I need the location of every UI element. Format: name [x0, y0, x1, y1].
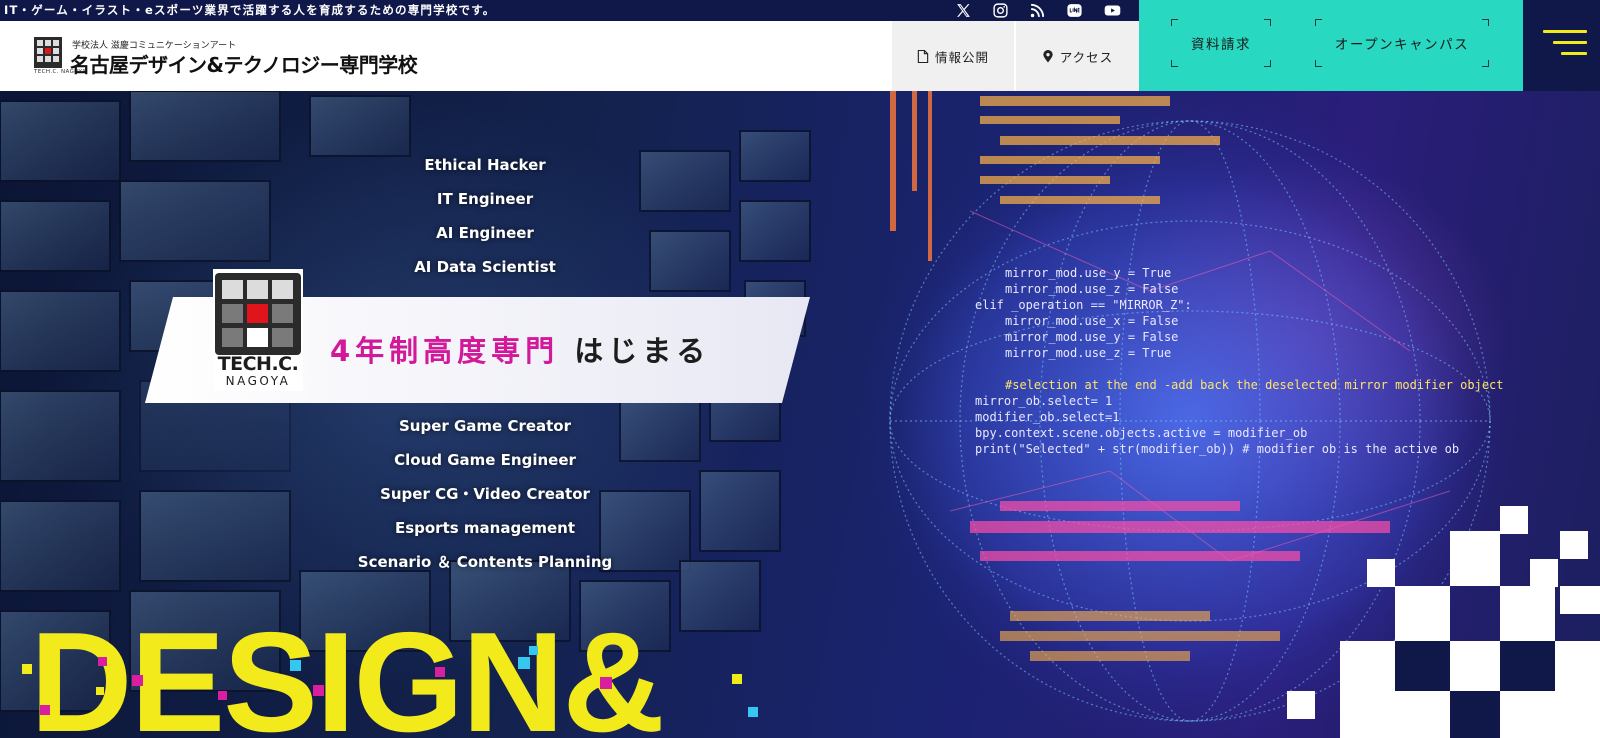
- code-line: mirror_mod.use_x = False: [1005, 314, 1178, 328]
- menu-line: [1561, 52, 1587, 55]
- cta-area: 資料請求 オープンキャンパス: [1139, 0, 1523, 91]
- school-logo[interactable]: TECH.C. NAGOYA 学校法人 滋慶コミュニケーションアート 名古屋デザ…: [30, 35, 430, 83]
- role-list-top: Ethical Hacker IT Engineer AI Engineer A…: [300, 148, 670, 284]
- code-line: #selection at the end -add back the dese…: [1005, 378, 1504, 392]
- info-disclosure-label: 情報公開: [934, 49, 989, 65]
- tech-c-nagoya-logo: TECH.C. NAGOYA: [213, 269, 303, 391]
- map-pin-icon: [1043, 49, 1053, 63]
- menu-line: [1553, 41, 1587, 44]
- code-line: mirror_mod.use_z = True: [1005, 346, 1171, 360]
- banner-headline: 4年制高度専門 はじまる: [330, 328, 710, 370]
- top-strip: IT・ゲーム・イラスト・eスポーツ業界で活躍する人を育成するための専門学校です。: [0, 0, 1139, 21]
- hamburger-menu-button[interactable]: [1523, 0, 1600, 91]
- code-line: mirror_mod.use_y = False: [1005, 330, 1178, 344]
- youtube-icon[interactable]: [1100, 0, 1124, 21]
- role-item: Super Game Creator: [398, 417, 572, 435]
- role-item: AI Data Scientist: [414, 258, 556, 276]
- hero-section: mirror_mod.use_y = True mirror_mod.use_z…: [0, 91, 1600, 738]
- instagram-icon[interactable]: [988, 0, 1012, 21]
- banner-highlight: 4年制高度専門: [330, 334, 560, 368]
- rss-icon[interactable]: [1025, 0, 1049, 21]
- code-line: modifier_ob.select=1: [975, 410, 1120, 424]
- role-item: Ethical Hacker: [424, 156, 546, 174]
- role-item: AI Engineer: [436, 224, 534, 242]
- role-list-bottom: Super Game Creator Cloud Game Engineer S…: [300, 409, 670, 579]
- open-campus-label: オープンキャンパス: [1334, 37, 1470, 53]
- code-line: print("Selected" + str(modifier_ob)) # m…: [975, 442, 1459, 456]
- open-campus-button[interactable]: オープンキャンパス: [1315, 19, 1489, 67]
- role-item: Super CG・Video Creator: [380, 485, 590, 503]
- banner-rest: はじまる: [574, 334, 711, 368]
- code-line: bpy.context.scene.objects.active = modif…: [975, 426, 1307, 440]
- access-label: アクセス: [1059, 49, 1114, 65]
- four-year-course-banner[interactable]: TECH.C. NAGOYA 4年制高度専門 はじまる: [145, 269, 810, 403]
- banner-logo-subtitle: NAGOYA: [225, 374, 291, 388]
- x-icon[interactable]: [951, 0, 975, 21]
- site-header: TECH.C. NAGOYA 学校法人 滋慶コミュニケーションアート 名古屋デザ…: [0, 21, 1139, 91]
- access-button[interactable]: アクセス: [1016, 21, 1139, 91]
- hero-headline: DESIGN&: [30, 603, 665, 738]
- request-materials-button[interactable]: 資料請求: [1171, 19, 1271, 67]
- info-disclosure-button[interactable]: 情報公開: [892, 21, 1014, 91]
- code-line: mirror_mod.use_z = False: [1005, 282, 1178, 296]
- banner-logo-title: TECH.C.: [217, 353, 299, 375]
- code-line: elif _operation == "MIRROR_Z":: [975, 298, 1192, 312]
- role-item: Cloud Game Engineer: [394, 451, 576, 469]
- tech-c-logo-mark: [34, 37, 62, 68]
- line-icon[interactable]: [1062, 0, 1086, 21]
- role-item: Scenario ＆ Contents Planning: [357, 553, 613, 571]
- school-name: 名古屋デザイン&テクノロジー専門学校: [70, 53, 418, 77]
- document-icon: [917, 49, 929, 63]
- code-line: mirror_mod.use_y = True: [1005, 266, 1171, 280]
- role-item: Esports management: [394, 519, 576, 537]
- request-materials-label: 資料請求: [1191, 37, 1251, 53]
- role-item: IT Engineer: [436, 190, 534, 208]
- menu-line: [1543, 30, 1587, 33]
- site-tagline: IT・ゲーム・イラスト・eスポーツ業界で活躍する人を育成するための専門学校です。: [4, 3, 496, 17]
- digital-globe-graphic: mirror_mod.use_y = True mirror_mod.use_z…: [860, 91, 1520, 738]
- code-line: mirror_ob.select= 1: [975, 394, 1112, 408]
